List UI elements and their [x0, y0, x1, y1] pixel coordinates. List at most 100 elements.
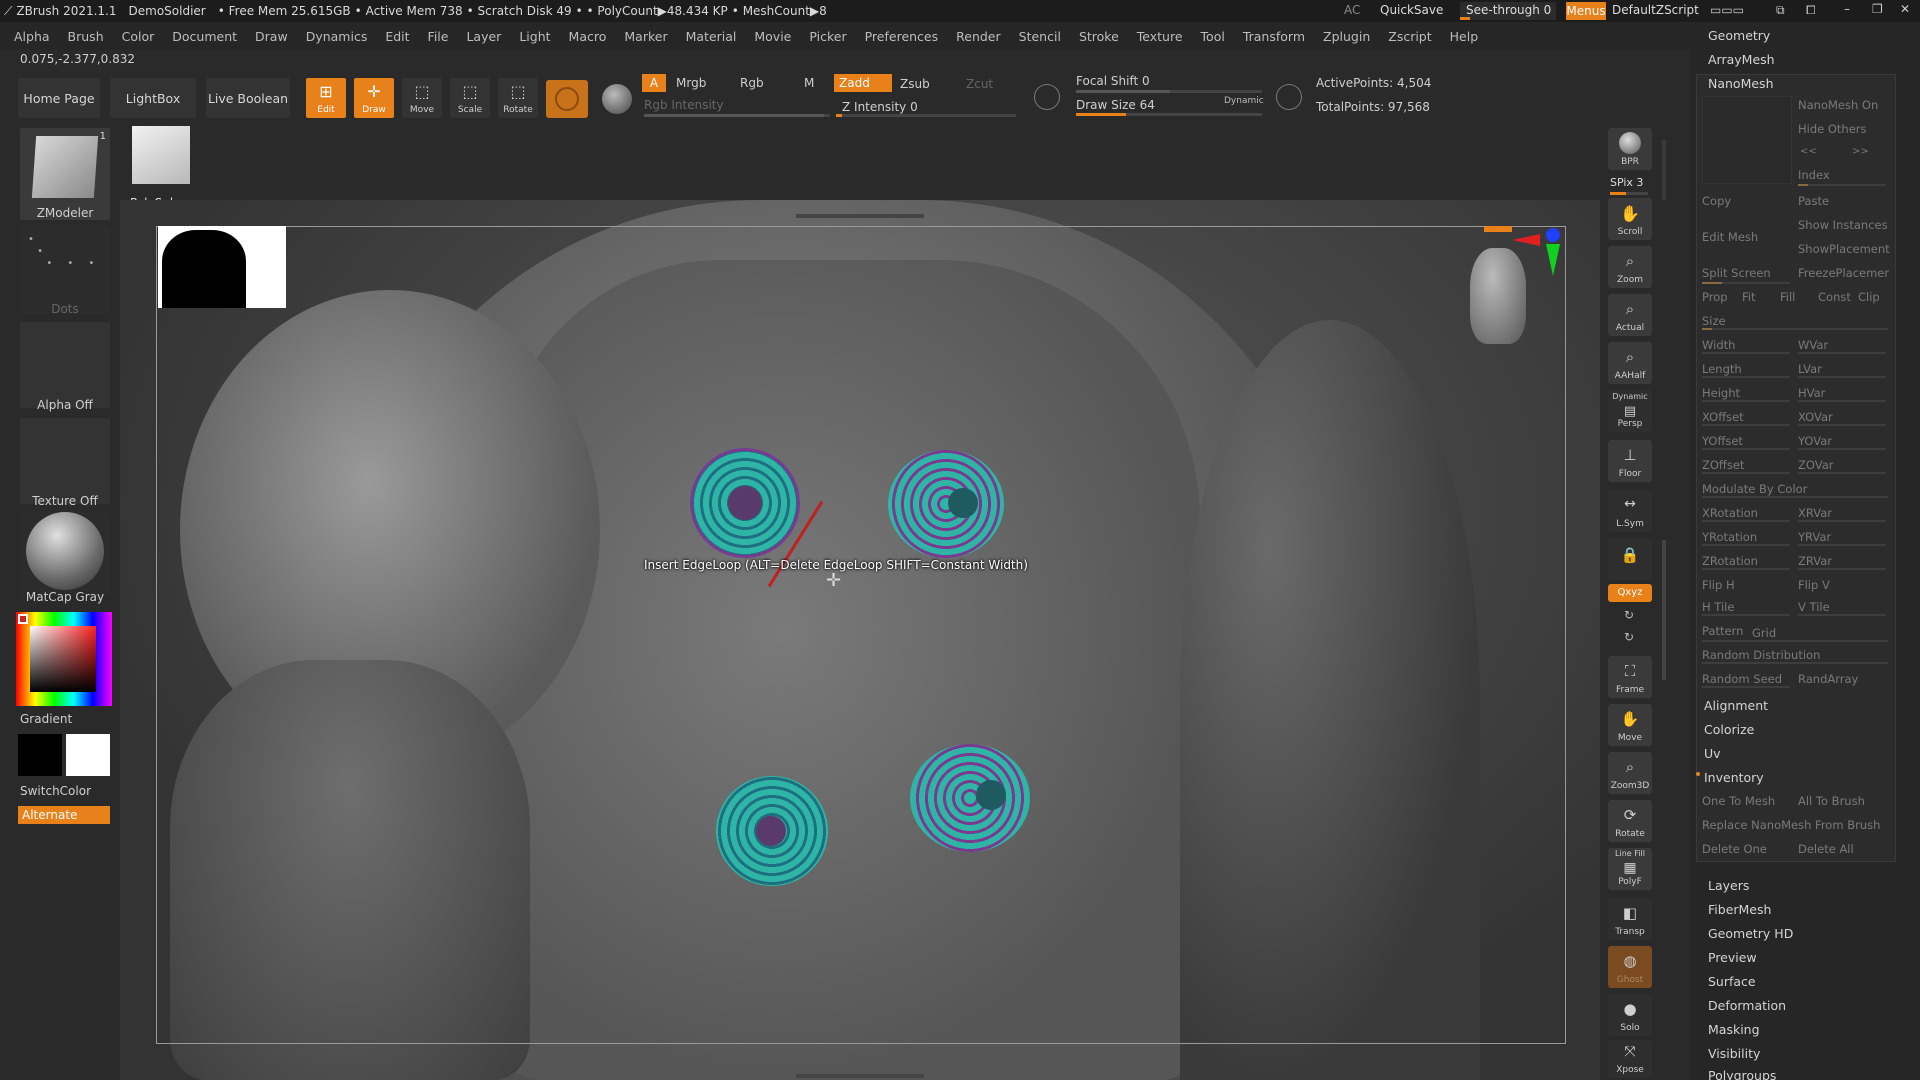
fit-toggle[interactable]: Fit	[1742, 290, 1755, 304]
flip-h-toggle[interactable]: Flip H	[1702, 578, 1735, 592]
layers-section[interactable]: Layers	[1708, 878, 1749, 893]
zovar-track[interactable]	[1798, 472, 1886, 474]
grid-toggle[interactable]: Grid	[1752, 626, 1776, 640]
width-track[interactable]	[1702, 352, 1790, 354]
prev-instance-button[interactable]: <<	[1800, 146, 1817, 157]
visibility-section[interactable]: Visibility	[1708, 1046, 1760, 1061]
persp-button[interactable]: Dynamic ▤ Persp	[1608, 390, 1652, 432]
zoffset-slider[interactable]: ZOffset	[1702, 458, 1744, 472]
shelf-scrollbar-upper[interactable]	[1662, 140, 1666, 200]
xovar-track[interactable]	[1798, 424, 1886, 426]
menu-render[interactable]: Render	[956, 29, 1001, 44]
yrvar-track[interactable]	[1798, 544, 1886, 546]
texture-tile[interactable]	[20, 418, 110, 504]
dynamic-toggle[interactable]: Dynamic	[1224, 96, 1264, 106]
h-tile-track[interactable]	[1702, 614, 1790, 616]
frame-button[interactable]: ⛶ Frame	[1608, 656, 1652, 698]
menu-zscript[interactable]: Zscript	[1388, 29, 1431, 44]
nanomesh-on-toggle[interactable]: NanoMesh On	[1798, 98, 1878, 112]
menu-zplugin[interactable]: Zplugin	[1323, 29, 1370, 44]
xrvar-slider[interactable]: XRVar	[1798, 506, 1832, 520]
show-placement-toggle[interactable]: ShowPlacement	[1798, 242, 1890, 256]
nanomesh-section[interactable]: NanoMesh	[1708, 76, 1774, 91]
draw-size-icon[interactable]	[1276, 84, 1302, 110]
transp-button[interactable]: ◧ Transp	[1608, 898, 1652, 940]
show-instances-toggle[interactable]: Show Instances	[1798, 218, 1888, 232]
alternate-button[interactable]: Alternate	[18, 806, 110, 824]
hvar-track[interactable]	[1798, 400, 1886, 402]
solo-button[interactable]: ● Solo	[1608, 994, 1652, 1036]
menu-material[interactable]: Material	[686, 29, 737, 44]
menu-stencil[interactable]: Stencil	[1019, 29, 1061, 44]
lvar-slider[interactable]: LVar	[1798, 362, 1822, 376]
freeze-placement-toggle[interactable]: FreezePlacemer	[1798, 266, 1889, 280]
minimize-icon[interactable]: –	[1844, 2, 1850, 16]
one-to-mesh-button[interactable]: One To Mesh	[1702, 794, 1775, 808]
ac-label[interactable]: AC	[1344, 3, 1360, 17]
edit-button[interactable]: ⊞ Edit	[306, 78, 346, 118]
shelf-scrollbar[interactable]	[1662, 540, 1666, 680]
menu-picker[interactable]: Picker	[809, 29, 846, 44]
restore-icon[interactable]: ⧠	[1806, 3, 1816, 18]
colorize-subsection[interactable]: Colorize	[1704, 722, 1754, 737]
gradient-label[interactable]: Gradient	[20, 712, 72, 726]
zrvar-slider[interactable]: ZRVar	[1798, 554, 1832, 568]
z-intensity-slider[interactable]: Z Intensity 0	[842, 100, 918, 114]
delete-one-button[interactable]: Delete One	[1702, 842, 1767, 856]
lsym-button[interactable]: ↔ L.Sym	[1608, 490, 1652, 532]
spix-track[interactable]	[1610, 192, 1648, 195]
lightbox-button[interactable]: LightBox	[110, 78, 196, 118]
z-intensity-track[interactable]	[836, 114, 1016, 117]
xrvar-track[interactable]	[1798, 520, 1886, 522]
width-slider[interactable]: Width	[1702, 338, 1735, 352]
spix-label[interactable]: SPix 3	[1610, 176, 1643, 189]
switchcolor-label[interactable]: SwitchColor	[20, 784, 91, 798]
menu-macro[interactable]: Macro	[569, 29, 607, 44]
menu-tool[interactable]: Tool	[1201, 29, 1225, 44]
xpose-button[interactable]: ⤧ Xpose	[1608, 1040, 1652, 1078]
modulate-by-color-slider[interactable]: Modulate By Color	[1702, 482, 1807, 496]
length-slider[interactable]: Length	[1702, 362, 1742, 376]
fibermesh-section[interactable]: FiberMesh	[1708, 902, 1771, 917]
v-tile-slider[interactable]: V Tile	[1798, 600, 1830, 614]
actual-button[interactable]: ⌕ Actual	[1608, 294, 1652, 336]
split-screen-track[interactable]	[1702, 282, 1790, 284]
material-tile[interactable]	[20, 512, 110, 596]
draw-button[interactable]: ✛ Draw	[354, 78, 394, 118]
zrotation-slider[interactable]: ZRotation	[1702, 554, 1758, 568]
quicksave-button[interactable]: QuickSave	[1380, 3, 1443, 17]
menu-stroke[interactable]: Stroke	[1079, 29, 1119, 44]
yovar-track[interactable]	[1798, 448, 1886, 450]
polygroups-section[interactable]: Polygroups	[1708, 1068, 1776, 1080]
random-seed-track[interactable]	[1702, 686, 1790, 688]
xyz-button[interactable]: Qxyz	[1608, 584, 1652, 602]
layout-icon[interactable]: ▭▭▭	[1710, 3, 1744, 17]
scroll-button[interactable]: ✋ Scroll	[1608, 198, 1652, 240]
menu-movie[interactable]: Movie	[754, 29, 791, 44]
zoom3d-button[interactable]: ⌕ Zoom3D	[1608, 752, 1652, 794]
menu-edit[interactable]: Edit	[385, 29, 409, 44]
maximize-icon[interactable]: ❐	[1872, 2, 1883, 16]
random-seed-slider[interactable]: Random Seed	[1702, 672, 1782, 686]
axis-gizmo-icon[interactable]	[1512, 228, 1560, 278]
rotate-z-icon[interactable]: ↻	[1624, 630, 1634, 644]
random-distribution-slider[interactable]: Random Distribution	[1702, 648, 1820, 662]
stroke-dots-tile[interactable]: • • • • •	[20, 226, 110, 314]
rgb-intensity-track[interactable]	[644, 114, 830, 117]
zoffset-track[interactable]	[1702, 472, 1790, 474]
focal-shift-label[interactable]: Focal Shift 0	[1076, 74, 1150, 88]
sphere-icon[interactable]	[602, 84, 632, 114]
rotate-button[interactable]: ⬚ Rotate	[498, 78, 538, 118]
random-distribution-track[interactable]	[1702, 662, 1888, 664]
secondary-color-swatch[interactable]	[66, 734, 110, 776]
color-picker[interactable]	[16, 612, 112, 706]
focal-shift-track[interactable]	[1076, 90, 1262, 93]
zadd-toggle[interactable]: Zadd	[834, 74, 892, 92]
menus-toggle[interactable]: Menus	[1566, 2, 1606, 20]
live-boolean-button[interactable]: Live Boolean	[206, 78, 290, 118]
preview-section[interactable]: Preview	[1708, 950, 1757, 965]
rotate-view-button[interactable]: ⟳ Rotate	[1608, 800, 1652, 842]
aahalf-button[interactable]: ⌕ AAHalf	[1608, 342, 1652, 384]
surface-section[interactable]: Surface	[1708, 974, 1756, 989]
pattern-track[interactable]	[1702, 640, 1888, 642]
